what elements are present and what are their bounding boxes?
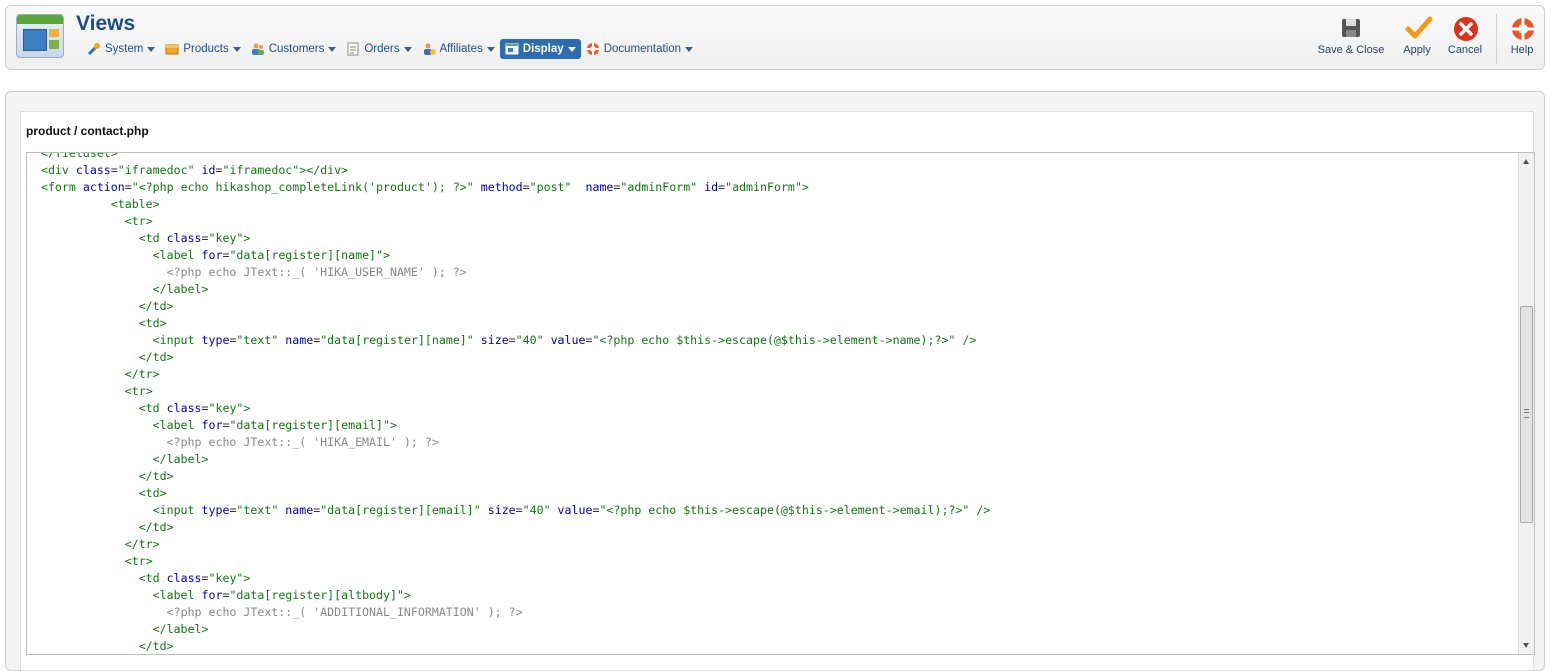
chevron-down-icon [486,46,495,52]
code-line[interactable]: <input type="text" name="data[register][… [27,502,991,519]
code-line[interactable]: </label> [27,621,990,638]
menu-orders-label: Orders [364,43,400,55]
orders-icon [346,42,360,56]
file-path: product / contact.php [26,124,149,138]
save-icon [1339,16,1363,40]
code-line[interactable]: </label> [27,451,990,468]
chevron-down-icon [328,46,337,52]
menu-affiliates[interactable]: Affiliates [417,39,500,59]
code-line[interactable]: <div class="iframedoc" id="iframedoc"></… [27,162,990,179]
chevron-down-icon [685,46,694,52]
code-line[interactable]: <td class="key"> [27,570,990,587]
code-line[interactable]: <td> [27,315,990,332]
chevron-down-icon [567,46,576,52]
wrench-icon [87,42,101,56]
page-title: Views [76,12,136,35]
code-line[interactable]: <?php echo JText::_( 'HIKA_EMAIL' ); ?> [27,434,990,451]
code-line[interactable]: <tr> [27,213,990,230]
code-line[interactable]: <form action="<?php echo hikashop_comple… [27,179,990,196]
menu-system[interactable]: System [82,39,160,59]
views-logo-icon [16,14,64,58]
menu-documentation[interactable]: Documentation [581,39,698,59]
main-menu: System Products Customers Orders Affilia… [82,39,698,59]
help-label: Help [1510,44,1534,56]
cancel-icon [1453,16,1478,41]
code-line[interactable]: <label for="data[register][email]"> [27,417,990,434]
code-line[interactable]: </tr> [27,536,990,553]
cancel-button[interactable]: Cancel [1446,16,1484,68]
chevron-down-icon [232,46,241,52]
apply-label: Apply [1403,44,1431,56]
code-line[interactable]: <label for="data[register][name]"> [27,247,990,264]
display-icon [505,42,519,56]
toolbar-divider [1496,14,1497,64]
menu-display-label: Display [522,43,564,55]
code-line[interactable]: <td> [27,485,990,502]
menu-documentation-label: Documentation [603,43,682,55]
code-content[interactable]: </fieldset> <div class="iframedoc" id="i… [27,153,991,654]
code-line[interactable]: <table> [27,196,990,213]
code-line[interactable]: </fieldset> [27,153,990,162]
code-line[interactable]: </td> [27,349,990,366]
code-line[interactable]: </td> [27,468,990,485]
menu-display[interactable]: Display [499,39,581,59]
menu-products[interactable]: Products [160,39,245,59]
users-icon [251,42,265,56]
code-line[interactable]: </td> [27,298,990,315]
code-scrollbar[interactable] [1518,153,1534,654]
code-line[interactable]: </td> [27,638,990,654]
menu-system-label: System [105,43,144,55]
help-button[interactable]: Help [1506,16,1538,68]
save-close-label: Save & Close [1317,44,1385,56]
scrollbar-thumb[interactable] [1520,306,1533,523]
code-line[interactable]: <tr> [27,383,990,400]
lifebuoy-icon [586,42,600,56]
grip-icon [1524,409,1529,418]
apply-button[interactable]: Apply [1399,16,1435,68]
code-line[interactable]: <?php echo JText::_( 'HIKA_USER_NAME' );… [27,264,990,281]
code-line[interactable]: </tr> [27,366,990,383]
affiliates-icon [422,42,436,56]
menu-products-label: Products [183,43,229,55]
code-line[interactable]: <tr> [27,553,990,570]
code-line[interactable]: <td class="key"> [27,230,990,247]
code-line[interactable]: <td class="key"> [27,400,990,417]
checkmark-icon [1405,16,1433,40]
header-bar: Views System Products Customers Orders A… [5,5,1545,70]
menu-affiliates-label: Affiliates [439,43,483,55]
code-line[interactable]: <input type="text" name="data[register][… [27,332,990,349]
cancel-label: Cancel [1447,44,1483,56]
code-line[interactable]: </label> [27,281,990,298]
code-line[interactable]: <?php echo JText::_( 'ADDITIONAL_INFORMA… [27,604,990,621]
code-line[interactable]: <label for="data[register][altbody]"> [27,587,990,604]
help-lifebuoy-icon [1510,16,1534,40]
save-close-button[interactable]: Save & Close [1316,16,1386,68]
scroll-down-arrow-icon[interactable] [1523,643,1529,648]
code-line[interactable]: </td> [27,519,990,536]
scroll-up-arrow-icon[interactable] [1523,159,1529,164]
menu-customers[interactable]: Customers [246,39,342,59]
main-panel: product / contact.php </fieldset> <div c… [5,91,1545,671]
code-editor[interactable]: </fieldset> <div class="iframedoc" id="i… [26,152,1535,655]
box-icon [165,42,179,56]
chevron-down-icon [147,46,156,52]
chevron-down-icon [403,46,412,52]
menu-orders[interactable]: Orders [341,39,416,59]
file-editor-box: product / contact.php </fieldset> <div c… [20,111,1535,671]
menu-customers-label: Customers [268,43,325,55]
